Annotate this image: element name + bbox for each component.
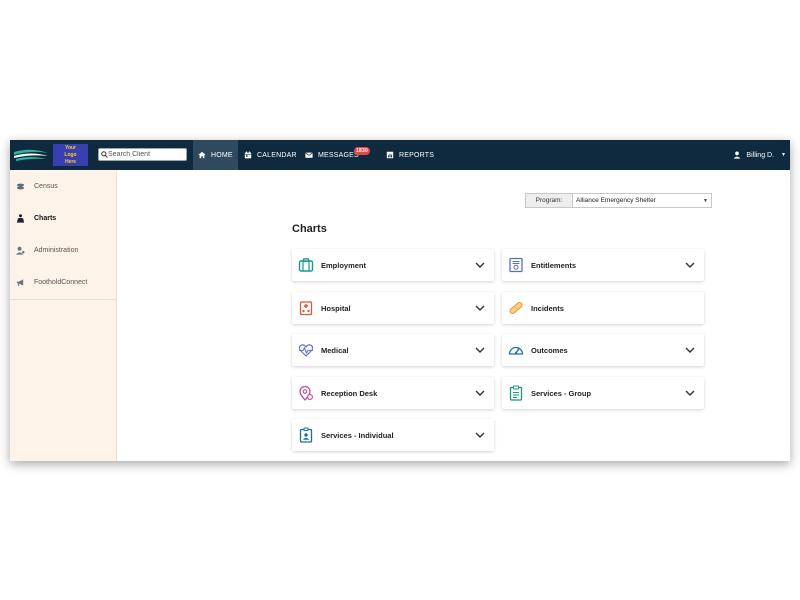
calendar-icon xyxy=(244,151,252,159)
sidebar-item-label: Census xyxy=(34,182,58,190)
chart-card-incidents[interactable]: Incidents xyxy=(502,292,704,324)
card-label: Services - Group xyxy=(531,388,592,398)
clipboard-icon xyxy=(508,385,524,401)
reports-chart-icon xyxy=(386,151,394,159)
admin-icon xyxy=(16,246,25,255)
nav-home-label: HOME xyxy=(211,151,233,159)
card-label: Outcomes xyxy=(531,345,568,355)
sidebar-item-label: Charts xyxy=(34,214,57,222)
nav-calendar[interactable]: CALENDAR xyxy=(239,140,302,170)
logo-placeholder[interactable]: Your Logo Here xyxy=(53,144,88,166)
card-label: Services - Individual xyxy=(321,430,394,440)
nav-messages-label: MESSAGES xyxy=(318,151,359,159)
chart-card-hospital[interactable]: Hospital xyxy=(292,292,494,324)
page-title: Charts xyxy=(292,223,327,235)
user-icon xyxy=(734,151,741,159)
caret-down-icon: ▼ xyxy=(703,197,708,204)
charts-person-icon xyxy=(16,213,25,223)
chart-card-outcomes[interactable]: Outcomes xyxy=(502,334,704,366)
chevron-down-icon[interactable] xyxy=(684,390,696,396)
chart-card-services-group[interactable]: Services - Group xyxy=(502,377,704,409)
messages-count-badge: 1830 xyxy=(354,147,370,155)
bandage-icon xyxy=(508,300,524,316)
user-name: Billing D. xyxy=(746,151,775,159)
program-value[interactable]: Alliance Emergency Shelter xyxy=(573,194,703,207)
brand-wave-icon[interactable] xyxy=(14,146,48,164)
card-label: Entitlements xyxy=(531,260,577,270)
chevron-down-icon[interactable] xyxy=(474,347,486,353)
sidebar-item-label: FootholdConnect xyxy=(34,278,88,286)
program-select[interactable]: Program: Alliance Emergency Shelter ▼ xyxy=(525,193,712,208)
chevron-down-icon[interactable] xyxy=(684,262,696,268)
home-icon xyxy=(198,151,206,159)
user-menu[interactable]: Billing D. ▼ xyxy=(733,140,786,170)
chart-card-employment[interactable]: Employment xyxy=(292,249,494,281)
nav-calendar-label: CALENDAR xyxy=(257,151,297,159)
megaphone-icon xyxy=(16,278,24,286)
chart-card-medical[interactable]: Medical xyxy=(292,334,494,366)
nav-home[interactable]: HOME xyxy=(193,140,238,170)
nav-reports-label: REPORTS xyxy=(399,151,435,159)
envelope-icon xyxy=(305,152,313,158)
chevron-down-icon[interactable] xyxy=(474,390,486,396)
gauge-icon xyxy=(508,342,524,358)
card-label: Medical xyxy=(321,345,349,355)
id-badge-icon xyxy=(298,427,314,443)
sidebar-item-census[interactable]: Census xyxy=(10,170,116,202)
sidebar-divider xyxy=(10,299,116,300)
sidebar-item-administration[interactable]: Administration xyxy=(10,234,116,266)
logo-text: Your Logo Here xyxy=(64,145,77,165)
heartbeat-icon xyxy=(298,342,314,358)
search-client-box[interactable] xyxy=(98,148,187,161)
app-window: YourLogoHere HOME CALENDAR xyxy=(10,140,790,461)
chevron-down-icon[interactable] xyxy=(474,262,486,268)
nav-reports[interactable]: REPORTS xyxy=(381,140,439,170)
chevron-down-icon[interactable] xyxy=(474,305,486,311)
briefcase-icon xyxy=(298,257,314,273)
card-label: Reception Desk xyxy=(321,388,378,398)
card-label: Hospital xyxy=(321,303,351,313)
hospital-icon xyxy=(298,300,314,316)
chevron-down-icon[interactable] xyxy=(474,432,486,438)
program-label: Program: xyxy=(526,194,573,207)
census-icon xyxy=(16,183,25,189)
card-label: Employment xyxy=(321,260,367,270)
sidebar-item-label: Administration xyxy=(34,246,79,254)
chart-card-services-individual[interactable]: Services - Individual xyxy=(292,419,494,451)
location-pin-icon xyxy=(298,385,314,401)
search-icon xyxy=(101,151,108,158)
certificate-icon xyxy=(508,257,524,273)
caret-down-icon: ▼ xyxy=(781,152,786,158)
sidebar-item-charts[interactable]: Charts xyxy=(10,202,116,234)
search-client-input[interactable] xyxy=(108,149,184,160)
sidebar: Census Charts Administration FootholdCon… xyxy=(10,170,117,461)
chevron-down-icon[interactable] xyxy=(684,347,696,353)
card-label: Incidents xyxy=(531,303,564,313)
nav-messages[interactable]: MESSAGES 1830 xyxy=(300,140,370,170)
chart-card-reception-desk[interactable]: Reception Desk xyxy=(292,377,494,409)
chart-card-entitlements[interactable]: Entitlements xyxy=(502,249,704,281)
sidebar-item-footholdconnect[interactable]: FootholdConnect xyxy=(10,266,116,298)
top-navbar: YourLogoHere HOME CALENDAR xyxy=(10,140,790,170)
